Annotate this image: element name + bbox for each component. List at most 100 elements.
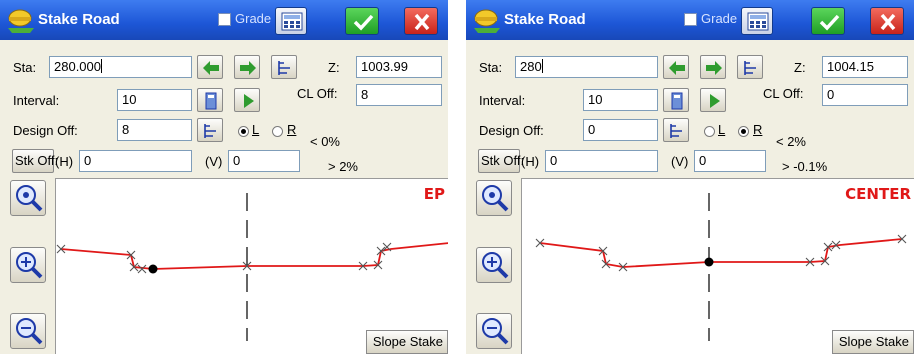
side-left-radio[interactable] (704, 126, 715, 137)
side-left-label: L (252, 122, 260, 137)
calculator-button[interactable] (741, 7, 773, 35)
zoom-in-button[interactable] (10, 247, 46, 283)
arrow-right-icon (240, 61, 256, 75)
interval-calc-button[interactable] (663, 88, 689, 112)
slope-stake-button[interactable]: Slope Stake (365, 330, 448, 354)
auto-advance-button[interactable] (700, 88, 726, 112)
cross-section-view[interactable]: CENTER Slope Stake (521, 178, 914, 354)
zoom-out-button[interactable] (10, 313, 46, 349)
sta-value: 280 (520, 59, 542, 74)
interval-label: Interval: (479, 93, 526, 108)
title-bar: Stake Road Grade (0, 0, 448, 40)
zoom-in-icon (482, 252, 509, 279)
h-offset-input[interactable]: 0 (79, 150, 192, 172)
zoom-out-icon (482, 318, 509, 345)
next-station-button[interactable] (700, 55, 726, 79)
interval-input[interactable]: 10 (117, 89, 192, 111)
station-list-button[interactable] (737, 55, 763, 79)
sta-label: Sta: (479, 60, 503, 75)
station-list-icon (204, 124, 216, 138)
interval-input[interactable]: 10 (583, 89, 658, 111)
station-list-icon (670, 124, 682, 138)
arrow-right-icon (706, 61, 722, 75)
slope-top-text: < 2% (776, 134, 806, 149)
close-icon (414, 13, 430, 31)
stake-point (148, 264, 158, 274)
zoom-out-button[interactable] (476, 313, 512, 349)
side-right-radio[interactable] (738, 126, 749, 137)
title-bar: Stake Road Grade (466, 0, 914, 40)
side-left-radio[interactable] (238, 126, 249, 137)
cross-section-view[interactable]: EP Slope Stake (55, 178, 448, 354)
cl-off-label: CL Off: (297, 86, 338, 101)
v-label: (V) (671, 154, 689, 169)
window-title: Stake Road (504, 11, 586, 28)
stake-point (704, 257, 714, 267)
window-title: Stake Road (38, 11, 120, 28)
design-off-input[interactable]: 0 (583, 119, 658, 141)
cl-off-input[interactable]: 8 (356, 84, 442, 106)
close-icon (880, 13, 896, 31)
stk-off-button[interactable]: Stk Off: (12, 149, 58, 173)
design-off-label: Design Off: (13, 123, 78, 138)
profile-vertices (535, 234, 907, 272)
profile-line (60, 242, 448, 270)
interval-calc-icon (205, 92, 217, 110)
interval-calc-button[interactable] (197, 88, 223, 112)
profile-vertices (56, 242, 392, 274)
grade-checkbox[interactable] (218, 13, 231, 26)
auto-advance-button[interactable] (234, 88, 260, 112)
design-off-input[interactable]: 8 (117, 119, 192, 141)
side-right-radio[interactable] (272, 126, 283, 137)
slope-stake-button[interactable]: Slope Stake (831, 330, 914, 354)
stake-road-screen: Stake Road Grade Sta: 280 Z: 1004.15 Int… (466, 0, 914, 354)
zoom-extents-button[interactable] (476, 180, 512, 216)
grade-checkbox[interactable] (684, 13, 697, 26)
checkmark-icon (819, 14, 840, 31)
side-left-label: L (718, 122, 726, 137)
calculator-icon (747, 12, 769, 31)
design-off-list-button[interactable] (663, 118, 689, 142)
interval-calc-icon (671, 92, 683, 110)
calculator-button[interactable] (275, 7, 307, 35)
zoom-extents-icon (16, 185, 43, 212)
station-list-button[interactable] (271, 55, 297, 79)
h-offset-input[interactable]: 0 (545, 150, 658, 172)
cancel-button[interactable] (404, 7, 438, 35)
design-off-list-button[interactable] (197, 118, 223, 142)
v-offset-input[interactable]: 0 (228, 150, 300, 172)
design-off-label: Design Off: (479, 123, 544, 138)
cl-off-input[interactable]: 0 (822, 84, 908, 106)
grade-label: Grade (235, 11, 272, 26)
grade-label: Grade (701, 11, 738, 26)
stake-road-app-icon (6, 8, 36, 37)
play-icon (710, 94, 720, 108)
ok-button[interactable] (345, 7, 379, 35)
sta-input[interactable]: 280 (515, 56, 658, 78)
z-label: Z: (794, 60, 806, 75)
next-station-button[interactable] (234, 55, 260, 79)
sta-input[interactable]: 280.000 (49, 56, 192, 78)
z-input[interactable]: 1003.99 (356, 56, 442, 78)
v-offset-input[interactable]: 0 (694, 150, 766, 172)
slope-bottom-text: > 2% (328, 159, 358, 174)
ok-button[interactable] (811, 7, 845, 35)
previous-station-button[interactable] (663, 55, 689, 79)
arrow-left-icon (203, 61, 219, 75)
calculator-icon (281, 12, 303, 31)
stake-road-app-icon (472, 8, 502, 37)
station-list-icon (278, 61, 290, 75)
h-label: (H) (55, 154, 74, 169)
point-label: EP (423, 185, 445, 203)
sta-label: Sta: (13, 60, 37, 75)
z-input[interactable]: 1004.15 (822, 56, 908, 78)
zoom-extents-button[interactable] (10, 180, 46, 216)
stake-road-screen: Stake Road Grade Sta: 280.000 Z: 1003.99… (0, 0, 448, 354)
cancel-button[interactable] (870, 7, 904, 35)
cl-off-label: CL Off: (763, 86, 804, 101)
checkmark-icon (353, 14, 374, 31)
previous-station-button[interactable] (197, 55, 223, 79)
zoom-in-button[interactable] (476, 247, 512, 283)
h-label: (H) (521, 154, 540, 169)
stk-off-button[interactable]: Stk Off: (478, 149, 524, 173)
